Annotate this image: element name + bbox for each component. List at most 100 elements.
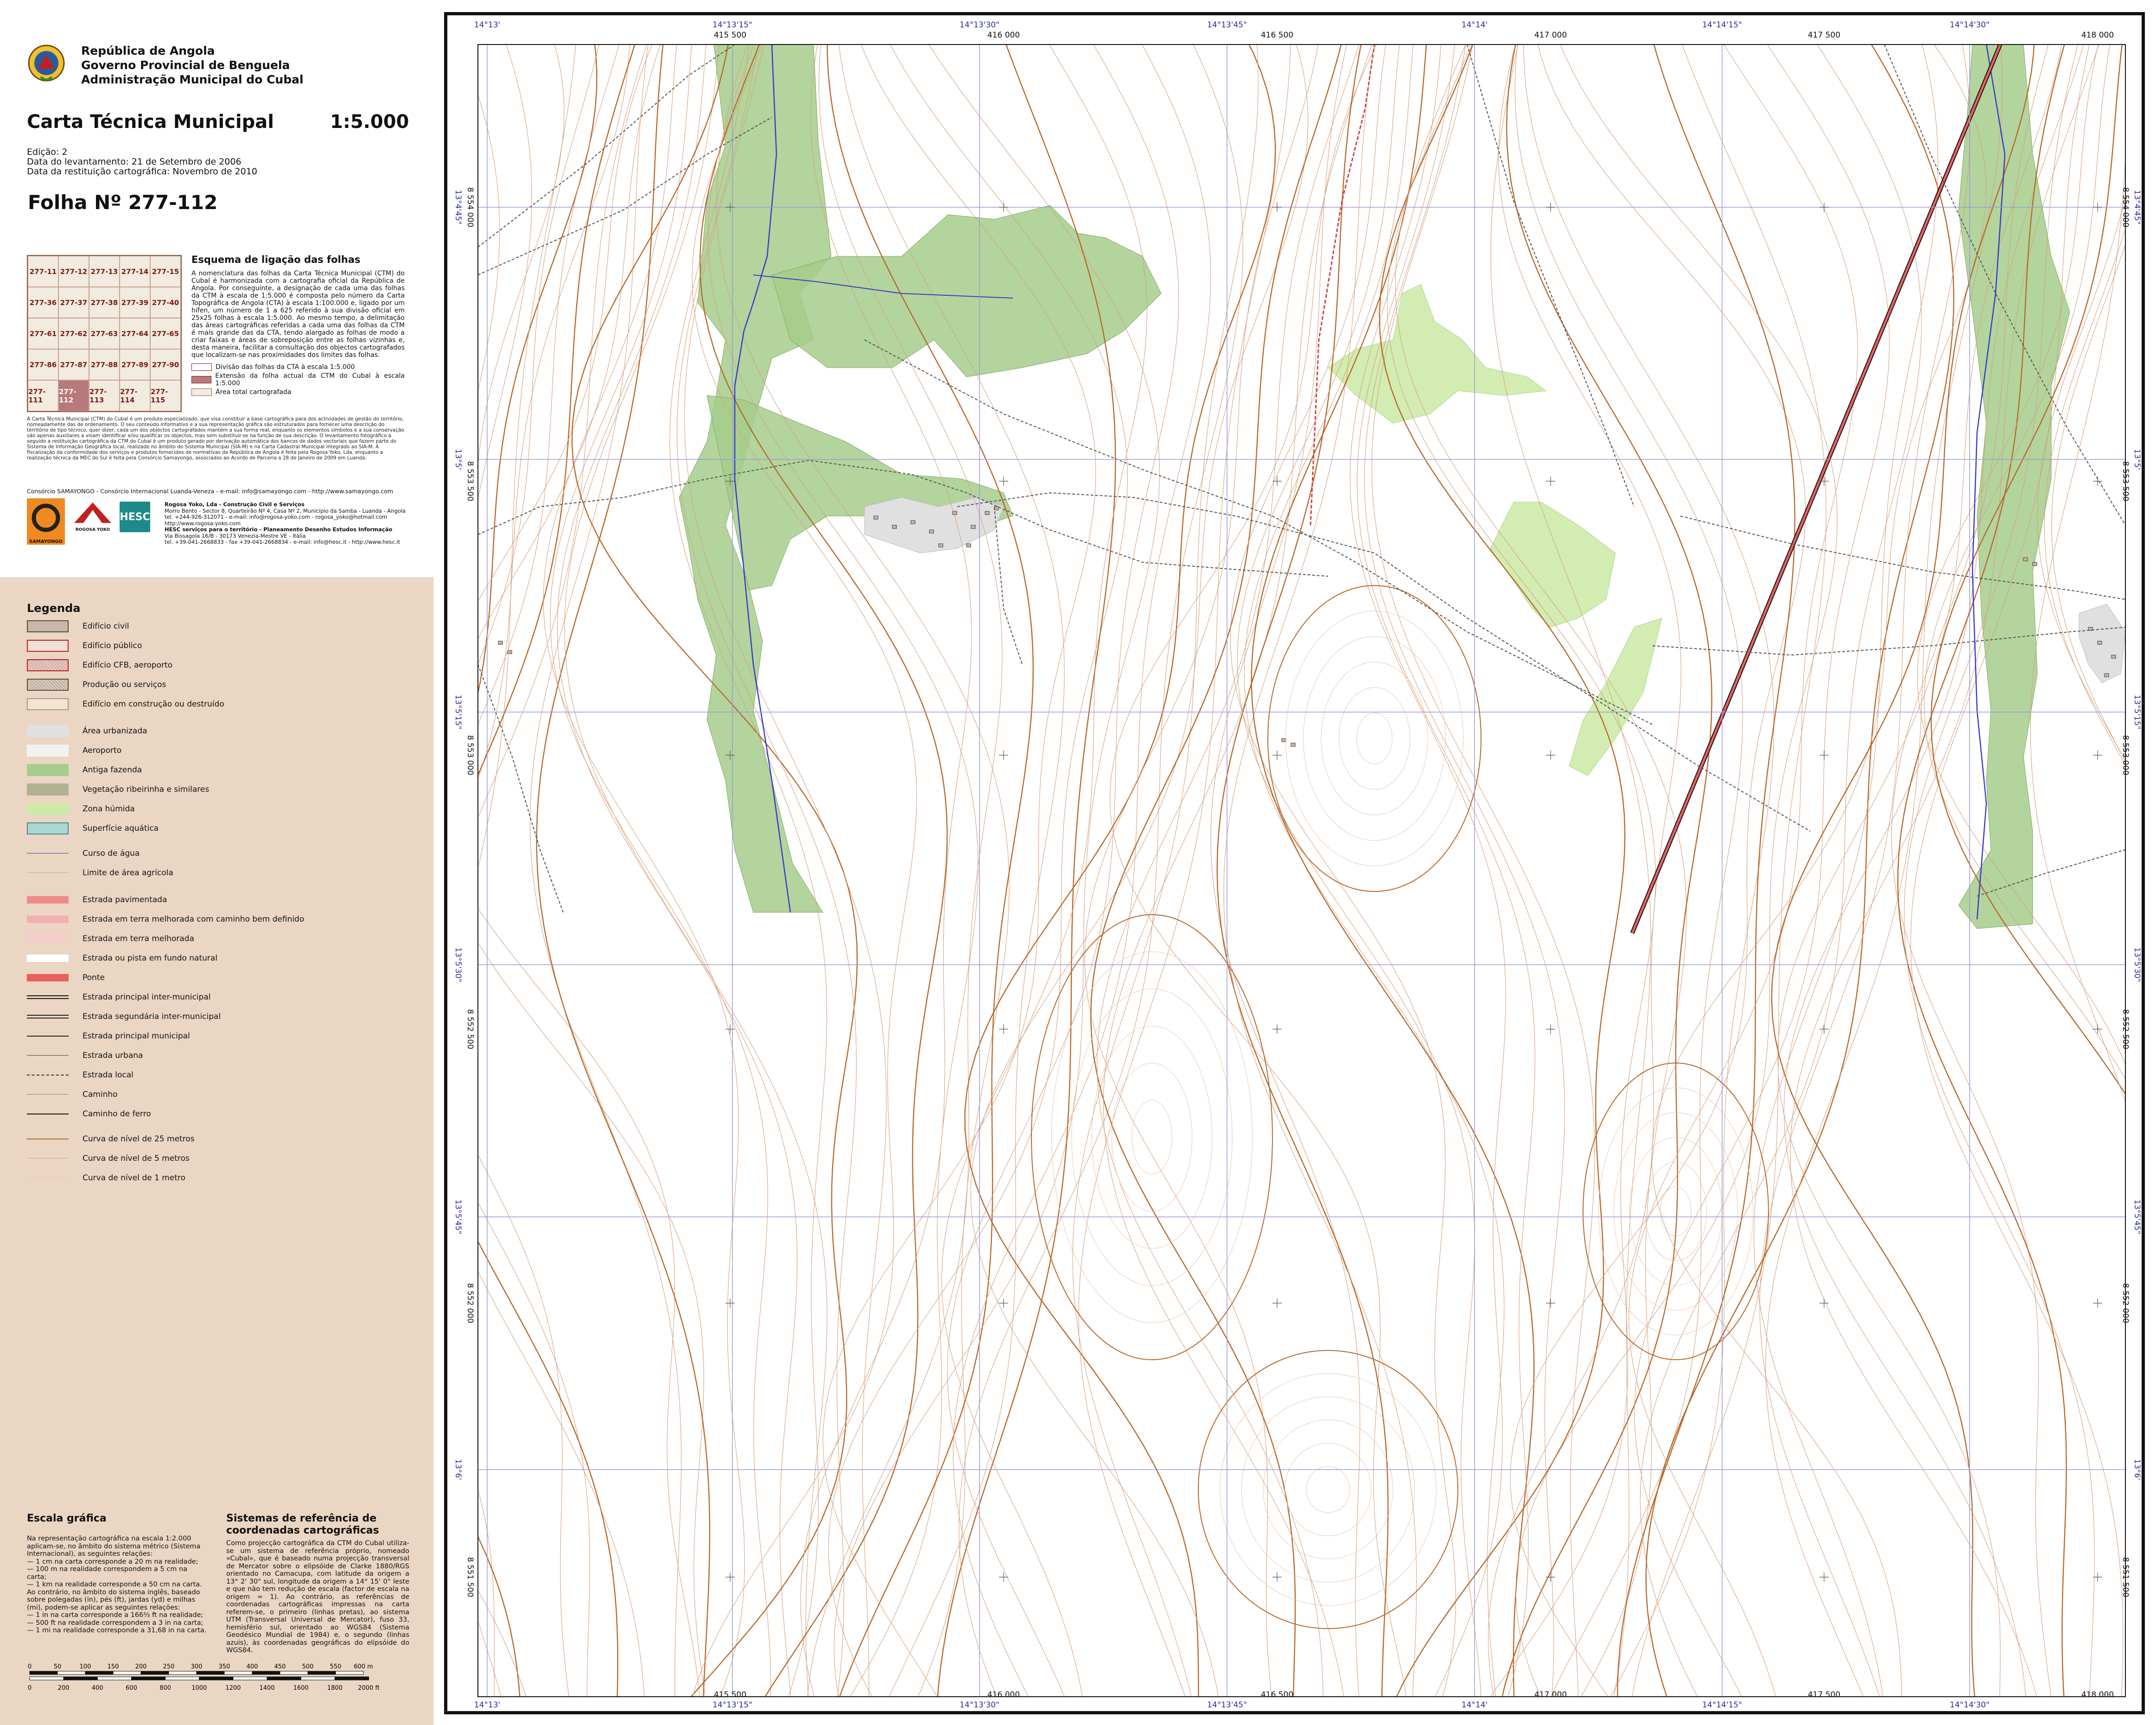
legend-symbol bbox=[27, 620, 69, 632]
farm-area bbox=[771, 205, 1162, 377]
utm-coordinate-label: 8 551 500 bbox=[465, 1557, 475, 1598]
contour-minor bbox=[478, 45, 630, 1697]
legend-label: Limite de área agrícola bbox=[83, 868, 173, 878]
org-line-municipal: Administração Municipal do Cubal bbox=[81, 73, 304, 86]
sheet-index-cell: 277-111 bbox=[28, 380, 58, 411]
scale-meter-tick-label: 50 bbox=[54, 1663, 62, 1670]
building bbox=[498, 641, 503, 645]
road-track bbox=[994, 506, 1023, 665]
geo-coordinate-label: 13°5' bbox=[2132, 449, 2142, 470]
utm-coordinate-label: 417 000 bbox=[1534, 1690, 1567, 1700]
reference-systems-title: Sistemas de referência de coordenadas ca… bbox=[226, 1513, 379, 1536]
legend-label: Caminho bbox=[83, 1090, 118, 1099]
scale-text-line: — 1 km na realidade corresponde a 50 cm … bbox=[27, 1581, 202, 1588]
legend-item: Produção ou serviços bbox=[27, 677, 166, 692]
contour-major bbox=[1617, 45, 1796, 1697]
legend-title: Legenda bbox=[27, 602, 81, 615]
legend-symbol bbox=[27, 1088, 69, 1101]
legend-label: Edifício em construção ou destruído bbox=[83, 700, 224, 709]
legend-label: Estrada principal inter-municipal bbox=[83, 993, 211, 1002]
contour-minor bbox=[478, 94, 500, 393]
legend-label: Edifício público bbox=[83, 641, 142, 650]
linking-scheme-title: Esquema de ligação das folhas bbox=[191, 254, 361, 265]
scale-meter-segment bbox=[252, 1671, 280, 1675]
utm-coordinate-label: 416 000 bbox=[987, 31, 1020, 40]
utm-coordinate-label: 8 552 000 bbox=[465, 1283, 475, 1324]
legend-item: Edifício público bbox=[27, 638, 142, 653]
geo-coordinate-label: 14°14'15" bbox=[1702, 20, 1742, 30]
contour-minor bbox=[1488, 45, 1681, 1697]
contour-hill bbox=[1220, 1373, 1437, 1606]
building bbox=[910, 520, 916, 524]
geo-coordinate-label: 13°6' bbox=[453, 1459, 463, 1480]
contact-line: tel. +39-041-2668833 - fax +39-041-26688… bbox=[165, 539, 401, 545]
contour-hill bbox=[1583, 1063, 1769, 1360]
utm-coordinate-label: 8 552 500 bbox=[465, 1009, 475, 1050]
utm-coordinate-label: 417 500 bbox=[1808, 1690, 1840, 1700]
angola-coat-of-arms-icon bbox=[28, 45, 65, 82]
scale-meter-segment bbox=[224, 1671, 253, 1675]
legend-item: Aeroporto bbox=[27, 743, 121, 758]
contour-minor bbox=[1652, 45, 1987, 1697]
building bbox=[2104, 673, 2109, 677]
legend-item: Vegetação ribeirinha e similares bbox=[27, 782, 209, 797]
utm-coordinate-label: 8 553 000 bbox=[2121, 735, 2130, 776]
legend-label: Estrada segundária inter-municipal bbox=[83, 1012, 221, 1021]
samayongo-logo: SAMAYONGO bbox=[27, 498, 65, 545]
org-line-country: República de Angola bbox=[81, 44, 215, 57]
utm-coordinate-label: 8 554 000 bbox=[2121, 187, 2130, 228]
building bbox=[2097, 641, 2102, 645]
legend-symbol bbox=[27, 1030, 69, 1042]
key-sheet-division: Divisão das folhas da CTA à escala 1:5.0… bbox=[191, 363, 405, 371]
legend-item: Antiga fazenda bbox=[27, 763, 142, 777]
scale-meter-segment bbox=[140, 1671, 169, 1675]
legend-symbol bbox=[27, 698, 69, 710]
sheet-index-cell: 277-14 bbox=[120, 256, 150, 287]
map-scale: 1:5.000 bbox=[330, 111, 409, 133]
scale-text-line: — 1 mi na realidade corresponde a 31,68 … bbox=[27, 1627, 207, 1634]
legend-label: Curso de água bbox=[83, 849, 140, 858]
contour-minor bbox=[1244, 45, 1505, 1697]
contour-hill bbox=[1629, 1137, 1723, 1286]
legend-symbol bbox=[27, 725, 69, 737]
scale-foot-segment bbox=[267, 1676, 301, 1680]
scale-foot-segment bbox=[29, 1676, 64, 1680]
utm-coordinate-label: 8 552 000 bbox=[2121, 1283, 2130, 1324]
rogosa-yoko-logo: ROGOSA YOKO bbox=[70, 500, 116, 532]
main-road-fill bbox=[1631, 45, 2002, 934]
legend-label: Aeroporto bbox=[83, 746, 122, 755]
contour-minor bbox=[478, 45, 532, 500]
legend-symbol bbox=[27, 1069, 69, 1081]
scale-text-line: — 1 in na carta corresponde a 166⅔ ft na… bbox=[27, 1611, 204, 1619]
legend-item: Estrada em terra melhorada bbox=[27, 931, 194, 946]
contour-minor bbox=[478, 45, 576, 1697]
wetland-area bbox=[1569, 617, 1662, 776]
legend-item: Estrada principal municipal bbox=[27, 1029, 190, 1044]
legend-item: Curva de nível de 25 metros bbox=[27, 1132, 195, 1146]
scale-foot-tick-label: 600 bbox=[126, 1685, 137, 1692]
scale-meter-tick-label: 450 bbox=[274, 1663, 286, 1670]
legend-symbol bbox=[27, 679, 69, 691]
sheet-index-cell: 277-37 bbox=[58, 287, 89, 318]
sheet-index-cell: 277-38 bbox=[89, 287, 120, 318]
legend-symbol bbox=[27, 640, 69, 652]
legend-symbol bbox=[27, 659, 69, 671]
scale-bar-text: Na representação cartográfica na escala … bbox=[27, 1535, 208, 1635]
key-current-sheet: Extensão da folha actual da CTM do Cubal… bbox=[191, 372, 405, 387]
utm-coordinate-label: 416 000 bbox=[987, 1690, 1020, 1700]
scale-text-line: — 500 ft na realidade correspondem a 3 i… bbox=[27, 1619, 204, 1627]
scale-meter-tick-label: 500 bbox=[302, 1663, 314, 1670]
sheet-index-cell: 277-88 bbox=[89, 349, 120, 380]
contour-minor bbox=[1514, 45, 1743, 1697]
scale-meter-tick-label: 300 bbox=[191, 1663, 203, 1670]
key-label: Extensão da folha actual da CTM do Cubal… bbox=[215, 372, 405, 387]
legend-label: Área urbanizada bbox=[83, 726, 147, 736]
geo-coordinate-label: 13°5'45" bbox=[453, 1199, 463, 1234]
contour-minor bbox=[1230, 45, 1456, 1697]
legend-symbol bbox=[27, 822, 69, 834]
legend-label: Zona húmida bbox=[83, 804, 135, 814]
scale-meter-tick-label: 550 bbox=[330, 1663, 342, 1670]
legend-item: Área urbanizada bbox=[27, 724, 147, 738]
contour-hill bbox=[1132, 1100, 1172, 1175]
urbanized-area bbox=[2079, 604, 2125, 683]
